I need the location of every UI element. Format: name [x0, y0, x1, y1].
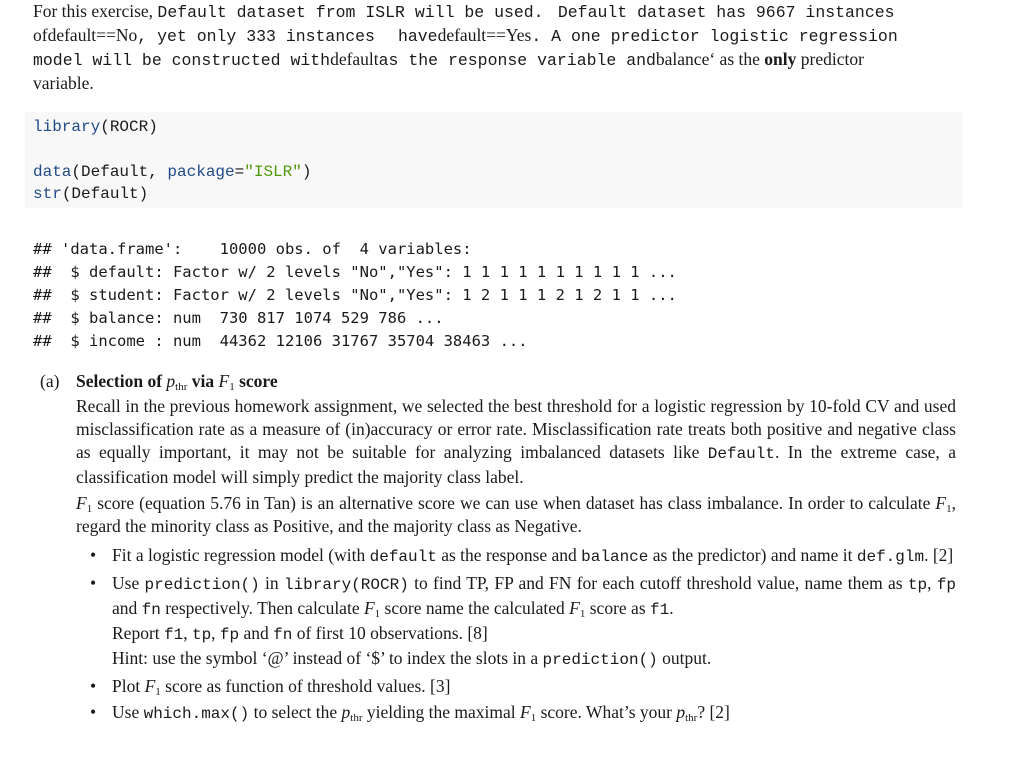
- output-line: ## $ student: Factor w/ 2 levels "No","Y…: [33, 286, 677, 304]
- code-line-data: data(Default, package="ISLR"): [33, 163, 312, 181]
- bullet: •: [90, 545, 97, 565]
- section-number: (a): [40, 371, 60, 391]
- hint-text: Hint: use the symbol ‘@’ instead of ‘$’ …: [112, 648, 543, 668]
- intro-line-4: variable.: [33, 73, 94, 93]
- output-line: ## $ default: Factor w/ 2 levels "No","Y…: [33, 263, 677, 281]
- output-line: ## $ income : num 44362 12106 31767 3570…: [33, 332, 528, 350]
- task-item-fit-model: • Fit a logistic regression model (with …: [90, 545, 954, 566]
- code-line-library: library(ROCR): [33, 118, 158, 136]
- task-item-prediction: • Use prediction() in library(ROCR) to f…: [90, 573, 957, 669]
- bullet: •: [90, 573, 97, 593]
- bullet: •: [90, 676, 97, 696]
- section-a: (a) Selection of pthr via F1 score Recal…: [40, 370, 960, 729]
- output-line: ## $ balance: num 730 817 1074 529 786 .…: [33, 309, 444, 327]
- code-line-str: str(Default): [33, 185, 149, 203]
- task-list: • Fit a logistic regression model (with …: [76, 544, 956, 726]
- intro-line-2: ofdefault==No, yet only 333 instances ha…: [33, 25, 898, 46]
- output-line: ## 'data.frame': 10000 obs. of 4 variabl…: [33, 240, 472, 258]
- paragraph-f1-score: F1 score (equation 5.76 in Tan) is an al…: [76, 493, 956, 536]
- intro-paragraph: For this exercise, Default dataset from …: [33, 0, 968, 95]
- paragraph-misclassification: Recall in the previous homework assignme…: [76, 396, 956, 487]
- section-title: Selection of pthr via F1 score: [76, 371, 278, 393]
- section-heading: (a) Selection of pthr via F1 score: [40, 370, 960, 395]
- intro-dataset-mention: Default dataset from ISLR will be used.: [157, 3, 554, 22]
- r-output: ## 'data.frame': 10000 obs. of 4 variabl…: [33, 238, 677, 353]
- task-item-which-max: • Use which.max() to select the pthr yie…: [90, 702, 730, 724]
- task-item-plot: • Plot F1 score as function of threshold…: [90, 676, 451, 698]
- code-block: library(ROCR) data(Default, package="ISL…: [25, 112, 962, 208]
- bullet: •: [90, 702, 97, 722]
- section-body: Recall in the previous homework assignme…: [76, 395, 956, 726]
- intro-line-1: For this exercise, Default dataset from …: [33, 1, 895, 22]
- intro-line-3: model will be constructed withdefaultas …: [33, 49, 864, 70]
